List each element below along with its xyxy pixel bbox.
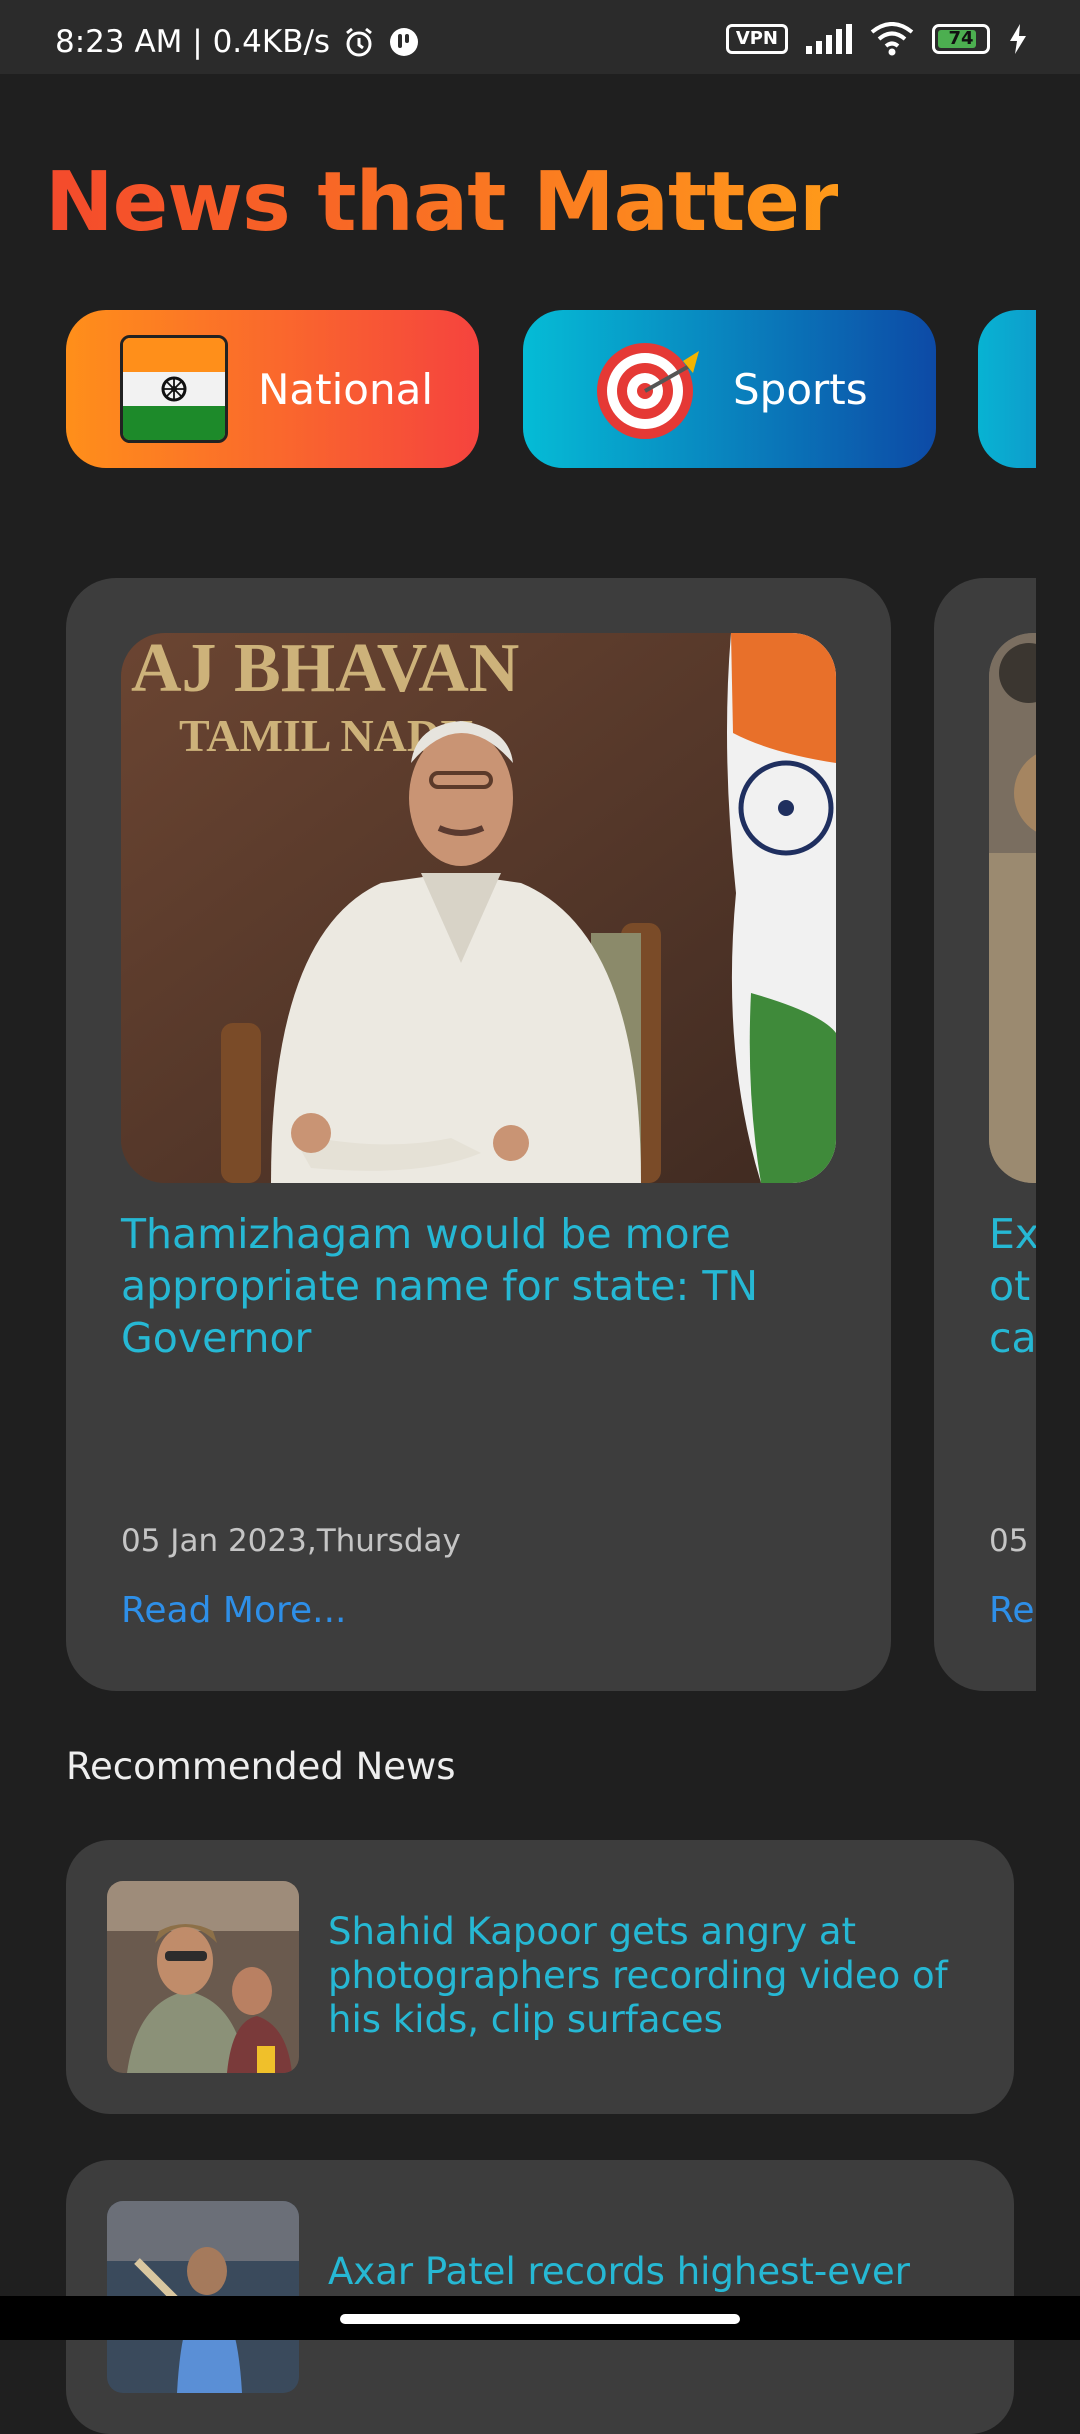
- next-news-date: 05: [989, 1523, 1029, 1559]
- status-bar: 8:23 AM | 0.4KB/s VPN 74: [0, 0, 1080, 74]
- news-image-sign-line1: AJ BHAVAN: [131, 633, 519, 707]
- target-icon: [595, 335, 703, 443]
- app-notification-icon: [388, 26, 420, 58]
- next-read-more-link[interactable]: Re: [989, 1590, 1035, 1631]
- battery-level: 74: [948, 28, 974, 49]
- india-flag-icon: [120, 335, 228, 443]
- category-national-button[interactable]: National: [66, 310, 479, 468]
- featured-news-card[interactable]: AJ BHAVAN TAMIL NADU Thamizhagam would b…: [66, 578, 891, 1691]
- charging-icon: [1008, 24, 1028, 54]
- next-news-image: [989, 633, 1036, 1183]
- signal-icon: [806, 24, 852, 54]
- read-more-link[interactable]: Read More...: [121, 1590, 346, 1631]
- recommended-item-title[interactable]: Shahid Kapoor gets angry at photographer…: [328, 1910, 988, 2042]
- status-right: VPN 74: [725, 22, 1028, 56]
- next-news-title[interactable]: Ex ot ca: [989, 1208, 1036, 1364]
- status-left: 8:23 AM | 0.4KB/s: [55, 24, 420, 60]
- next-news-card[interactable]: Ex ot ca 05 Re: [934, 578, 1036, 1691]
- category-national-label: National: [258, 364, 434, 414]
- category-sports-button[interactable]: Sports: [523, 310, 936, 468]
- category-next-button[interactable]: [978, 310, 1036, 468]
- vpn-badge: VPN: [725, 24, 788, 54]
- category-list: National Sports: [66, 310, 1036, 470]
- featured-news-carousel[interactable]: AJ BHAVAN TAMIL NADU Thamizhagam would b…: [66, 578, 1036, 1693]
- battery-indicator: 74: [932, 24, 990, 54]
- category-sports-label: Sports: [733, 364, 868, 414]
- page-title: News that Matter: [45, 155, 839, 250]
- recommended-item[interactable]: Shahid Kapoor gets angry at photographer…: [66, 1840, 1014, 2114]
- alarm-icon: [342, 25, 376, 59]
- status-time-speed: 8:23 AM | 0.4KB/s: [55, 24, 331, 60]
- recommended-heading: Recommended News: [66, 1745, 456, 1788]
- wifi-icon: [870, 22, 914, 56]
- home-indicator[interactable]: [340, 2314, 740, 2324]
- news-image: AJ BHAVAN TAMIL NADU: [121, 633, 836, 1183]
- featured-news-date: 05 Jan 2023,Thursday: [121, 1523, 461, 1559]
- featured-news-title[interactable]: Thamizhagam would be more appropriate na…: [121, 1208, 836, 1364]
- recommended-thumbnail: [107, 1881, 299, 2073]
